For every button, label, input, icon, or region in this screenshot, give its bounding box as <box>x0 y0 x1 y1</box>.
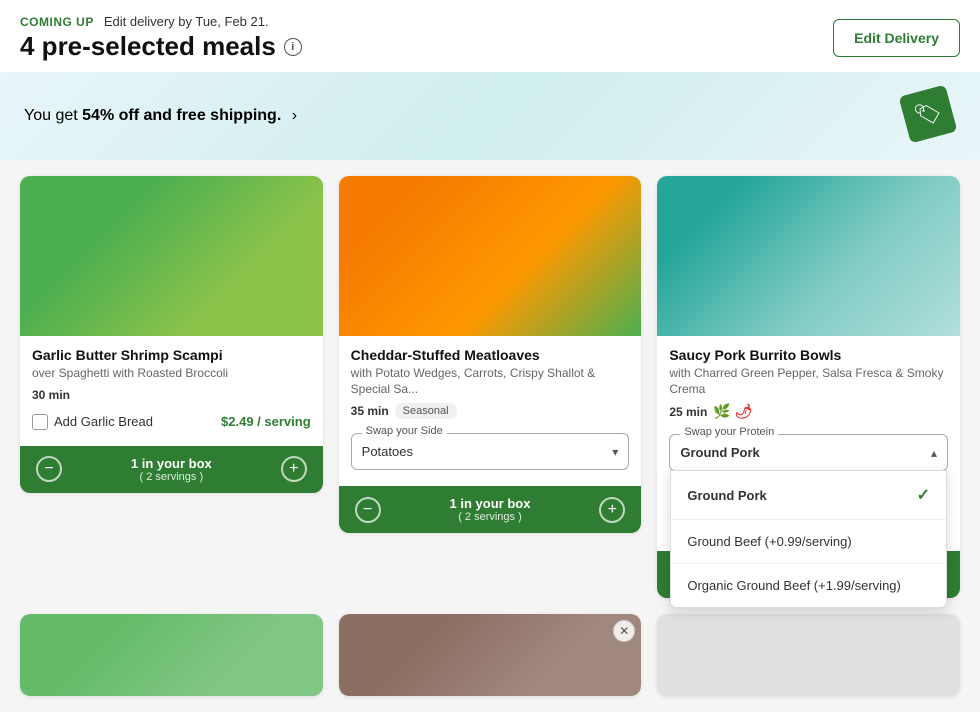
swap-group-meatloaf: Swap your Side Potatoes ▾ <box>351 433 630 470</box>
protein-dropdown: Ground Pork ✓ Ground Beef (+0.99/serving… <box>670 470 947 608</box>
promo-tag: 🏷 <box>904 90 956 142</box>
plus-button-shrimp[interactable]: + <box>281 456 307 482</box>
pre-selected-title: 4 pre-selected meals i <box>20 31 302 62</box>
promo-arrow: › <box>292 107 297 124</box>
dropdown-item-label-ground-beef: Ground Beef (+0.99/serving) <box>687 534 851 549</box>
seasonal-badge: Seasonal <box>395 403 457 419</box>
chili-icon: 🌶 <box>735 403 753 420</box>
info-icon[interactable]: i <box>284 38 302 56</box>
box-label-shrimp: 1 in your box <box>131 456 212 471</box>
meal-time-value-meatloaf: 35 min <box>351 404 389 418</box>
meal-time-meatloaf: 35 min Seasonal <box>351 403 630 419</box>
promo-text: You get 54% off and free shipping. › <box>24 107 297 125</box>
dropdown-item-label-ground-pork: Ground Pork <box>687 488 766 503</box>
bottom-card-image-3 <box>657 614 960 696</box>
pre-selected-count: 4 pre-selected meals <box>20 31 276 62</box>
addon-row-shrimp: Add Garlic Bread $2.49 / serving <box>20 406 323 438</box>
meal-body-meatloaf: Cheddar-Stuffed Meatloaves with Potato W… <box>339 336 642 419</box>
dropdown-item-ground-pork[interactable]: Ground Pork ✓ <box>671 471 946 520</box>
minus-button-shrimp[interactable]: − <box>36 456 62 482</box>
bottom-card-2: ✕ <box>339 614 642 696</box>
tag-icon: 🏷 <box>899 85 958 144</box>
box-button-shrimp[interactable]: − 1 in your box ( 2 servings ) + <box>20 446 323 493</box>
promo-discount: 54% off and free shipping. <box>82 107 281 124</box>
bottom-card-image-2 <box>339 614 642 696</box>
swap-protein-display[interactable]: Ground Pork <box>670 435 947 470</box>
bottom-card-image-1 <box>20 614 323 696</box>
swap-section-meatloaf: Swap your Side Potatoes ▾ <box>339 419 642 478</box>
addon-checkbox-shrimp[interactable] <box>32 414 48 430</box>
meal-subtitle-meatloaf: with Potato Wedges, Carrots, Crispy Shal… <box>351 366 630 397</box>
bottom-row: ✕ <box>0 614 980 712</box>
swap-side-select[interactable]: Potatoes <box>352 434 629 469</box>
top-bar: COMING UP Edit delivery by Tue, Feb 21. … <box>0 0 980 72</box>
dropdown-item-ground-beef[interactable]: Ground Beef (+0.99/serving) <box>671 520 946 564</box>
swap-protein-wrapper: Ground Pork ▴ <box>670 435 947 470</box>
coming-up-label: COMING UP <box>20 15 94 29</box>
meal-card-burrito: Saucy Pork Burrito Bowls with Charred Gr… <box>657 176 960 598</box>
coming-up-text: Edit delivery by Tue, Feb 21. <box>104 14 269 29</box>
meal-card-shrimp: Garlic Butter Shrimp Scampi over Spaghet… <box>20 176 323 493</box>
meal-time-burrito: 25 min 🌿 🌶 <box>669 403 948 420</box>
top-left: COMING UP Edit delivery by Tue, Feb 21. … <box>20 14 302 62</box>
box-label-meatloaf: 1 in your box <box>450 496 531 511</box>
meal-card-meatloaf: Cheddar-Stuffed Meatloaves with Potato W… <box>339 176 642 533</box>
meal-image-meatloaf <box>339 176 642 336</box>
minus-button-meatloaf[interactable]: − <box>355 497 381 523</box>
check-icon-ground-pork: ✓ <box>917 485 930 505</box>
card-shrimp: Garlic Butter Shrimp Scampi over Spaghet… <box>20 176 323 598</box>
edit-delivery-button[interactable]: Edit Delivery <box>833 19 960 57</box>
leaf-icon: 🌿 <box>713 403 730 420</box>
plus-button-meatloaf[interactable]: + <box>599 497 625 523</box>
addon-label-shrimp: Add Garlic Bread <box>54 414 153 429</box>
box-sub-meatloaf: ( 2 servings ) <box>450 511 531 523</box>
swap-group-burrito: Swap your Protein Ground Pork ▴ Ground P… <box>669 434 948 471</box>
swap-section-burrito: Swap your Protein Ground Pork ▴ Ground P… <box>657 420 960 479</box>
box-center-meatloaf: 1 in your box ( 2 servings ) <box>450 496 531 523</box>
meal-time-value-burrito: 25 min <box>669 405 707 419</box>
meal-title-meatloaf: Cheddar-Stuffed Meatloaves <box>351 346 630 364</box>
meal-subtitle-shrimp: over Spaghetti with Roasted Broccoli <box>32 366 311 382</box>
meal-image-shrimp <box>20 176 323 336</box>
meal-time-value-shrimp: 30 min <box>32 388 70 402</box>
addon-price-shrimp: $2.49 / serving <box>221 414 311 429</box>
box-sub-shrimp: ( 2 servings ) <box>131 471 212 483</box>
meal-badges: 🌿 🌶 <box>713 403 752 420</box>
dropdown-item-organic-beef[interactable]: Organic Ground Beef (+1.99/serving) <box>671 564 946 607</box>
swap-protein-chevron: ▴ <box>931 446 937 460</box>
dropdown-item-label-organic-beef: Organic Ground Beef (+1.99/serving) <box>687 578 901 593</box>
meal-body-shrimp: Garlic Butter Shrimp Scampi over Spaghet… <box>20 336 323 402</box>
box-button-meatloaf[interactable]: − 1 in your box ( 2 servings ) + <box>339 486 642 533</box>
coming-up-row: COMING UP Edit delivery by Tue, Feb 21. <box>20 14 302 29</box>
meal-title-shrimp: Garlic Butter Shrimp Scampi <box>32 346 311 364</box>
promo-text-start: You get <box>24 107 82 124</box>
meal-body-burrito: Saucy Pork Burrito Bowls with Charred Gr… <box>657 336 960 420</box>
swap-select-wrapper-meatloaf: Potatoes ▾ <box>352 434 629 469</box>
bottom-card-3 <box>657 614 960 696</box>
box-center-shrimp: 1 in your box ( 2 servings ) <box>131 456 212 483</box>
meal-subtitle-burrito: with Charred Green Pepper, Salsa Fresca … <box>669 366 948 397</box>
promo-banner: You get 54% off and free shipping. › 🏷 <box>0 72 980 160</box>
meals-grid: Garlic Butter Shrimp Scampi over Spaghet… <box>0 160 980 598</box>
meal-image-burrito <box>657 176 960 336</box>
addon-left: Add Garlic Bread <box>32 414 153 430</box>
bottom-card-1 <box>20 614 323 696</box>
card-burrito: Saucy Pork Burrito Bowls with Charred Gr… <box>657 176 960 598</box>
meal-title-burrito: Saucy Pork Burrito Bowls <box>669 346 948 364</box>
card-meatloaf: Cheddar-Stuffed Meatloaves with Potato W… <box>339 176 642 598</box>
meal-time-shrimp: 30 min <box>32 388 311 402</box>
